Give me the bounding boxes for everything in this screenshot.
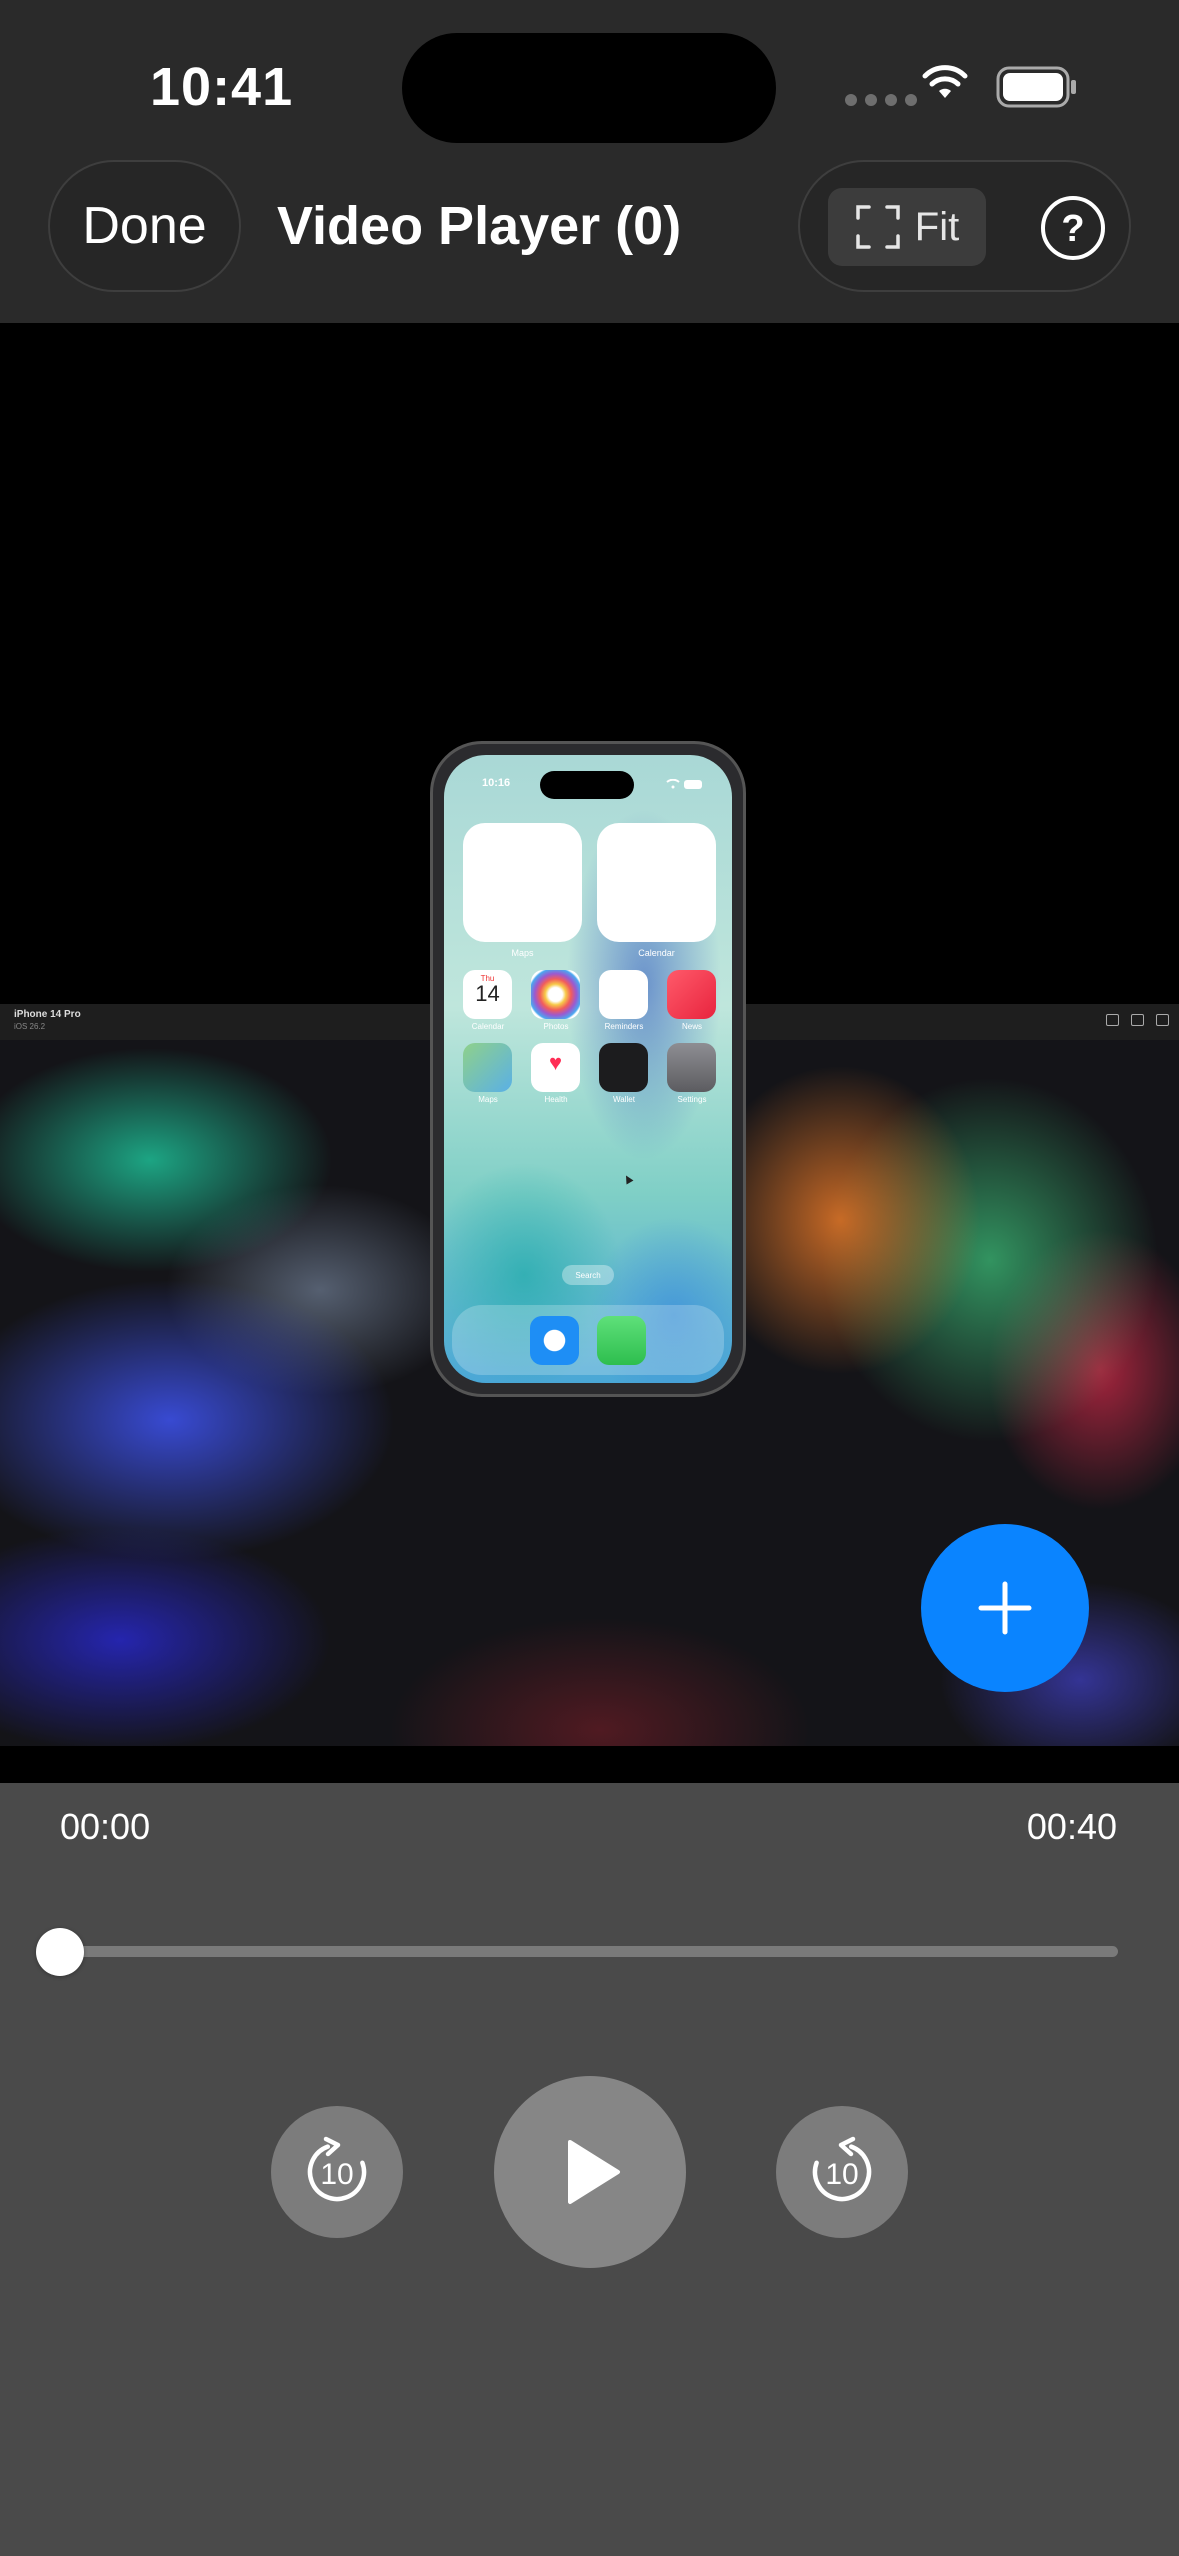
mouse-cursor-icon — [622, 1173, 634, 1185]
wallet-app-icon — [599, 1043, 648, 1092]
app-label: Wallet — [613, 1095, 635, 1104]
calendar-app-icon: Thu 14 — [463, 970, 512, 1019]
current-time: 00:00 — [60, 1806, 151, 1847]
skip-forward-button[interactable]: 10 — [776, 2106, 908, 2238]
fit-button[interactable]: Fit — [828, 188, 986, 266]
reminders-app-icon — [599, 970, 648, 1019]
phone-status-icons — [666, 779, 702, 789]
phone-dock — [452, 1305, 724, 1375]
app-label: News — [681, 1022, 702, 1031]
photos-app-icon — [531, 970, 580, 1019]
simulator-device-name: iPhone 14 Pro — [14, 1009, 81, 1020]
settings-app-icon — [667, 1043, 716, 1092]
status-time: 10:41 — [150, 57, 294, 117]
app-label: Health — [544, 1095, 568, 1104]
maps-app-icon — [463, 1043, 512, 1092]
widget-label: Maps — [511, 948, 534, 958]
dynamic-island — [402, 33, 776, 143]
app-label: Reminders — [604, 1022, 644, 1031]
phone-time: 10:16 — [482, 777, 511, 789]
add-button[interactable] — [921, 1524, 1089, 1692]
widget-calendar — [597, 823, 716, 942]
simulator-os-version: iOS 26.2 — [14, 1022, 46, 1031]
home-icon — [1106, 1014, 1119, 1026]
play-icon — [568, 2140, 620, 2204]
news-app-icon — [667, 970, 716, 1019]
svg-text:10: 10 — [320, 2158, 353, 2191]
scrubber-thumb[interactable] — [36, 1928, 84, 1976]
scrubber-track[interactable] — [60, 1946, 1118, 1957]
fit-frame-icon — [856, 205, 900, 249]
widget-label: Calendar — [638, 948, 675, 958]
skip-back-10-icon: 10 — [307, 2136, 367, 2202]
phone-search-pill: Search — [562, 1265, 614, 1285]
page-title: Video Player (0) — [277, 196, 682, 256]
question-circle-icon[interactable]: ? — [1040, 195, 1106, 261]
fit-label: Fit — [914, 204, 960, 249]
skip-forward-10-icon: 10 — [812, 2136, 872, 2202]
messages-app-icon — [597, 1316, 646, 1365]
svg-text:?: ? — [1061, 208, 1084, 250]
plus-icon — [978, 1581, 1032, 1635]
done-button[interactable]: Done — [48, 160, 241, 292]
cellular-signal-icon — [845, 94, 917, 106]
health-app-icon: ♥ — [531, 1043, 580, 1092]
skip-back-button[interactable]: 10 — [271, 2106, 403, 2238]
safari-app-icon — [530, 1316, 579, 1365]
app-label: Maps — [478, 1095, 498, 1104]
widget-maps — [463, 823, 582, 942]
phone-dynamic-island — [540, 771, 634, 799]
phone-screen: 10:16 Maps Calendar Thu 14 Calendar Phot… — [444, 755, 732, 1383]
simulator-toolbar-icons — [1106, 1014, 1169, 1026]
app-label: Settings — [677, 1095, 707, 1104]
rotate-icon — [1156, 1014, 1169, 1026]
svg-text:10: 10 — [825, 2158, 858, 2191]
wifi-icon — [922, 65, 968, 98]
app-label: Photos — [543, 1022, 569, 1031]
battery-icon — [996, 66, 1076, 108]
screenshot-icon — [1131, 1014, 1144, 1026]
play-button[interactable] — [494, 2076, 686, 2268]
app-label: Calendar — [471, 1022, 505, 1031]
total-time: 00:40 — [1026, 1806, 1117, 1847]
phone-mockup: 10:16 Maps Calendar Thu 14 Calendar Phot… — [430, 741, 746, 1397]
